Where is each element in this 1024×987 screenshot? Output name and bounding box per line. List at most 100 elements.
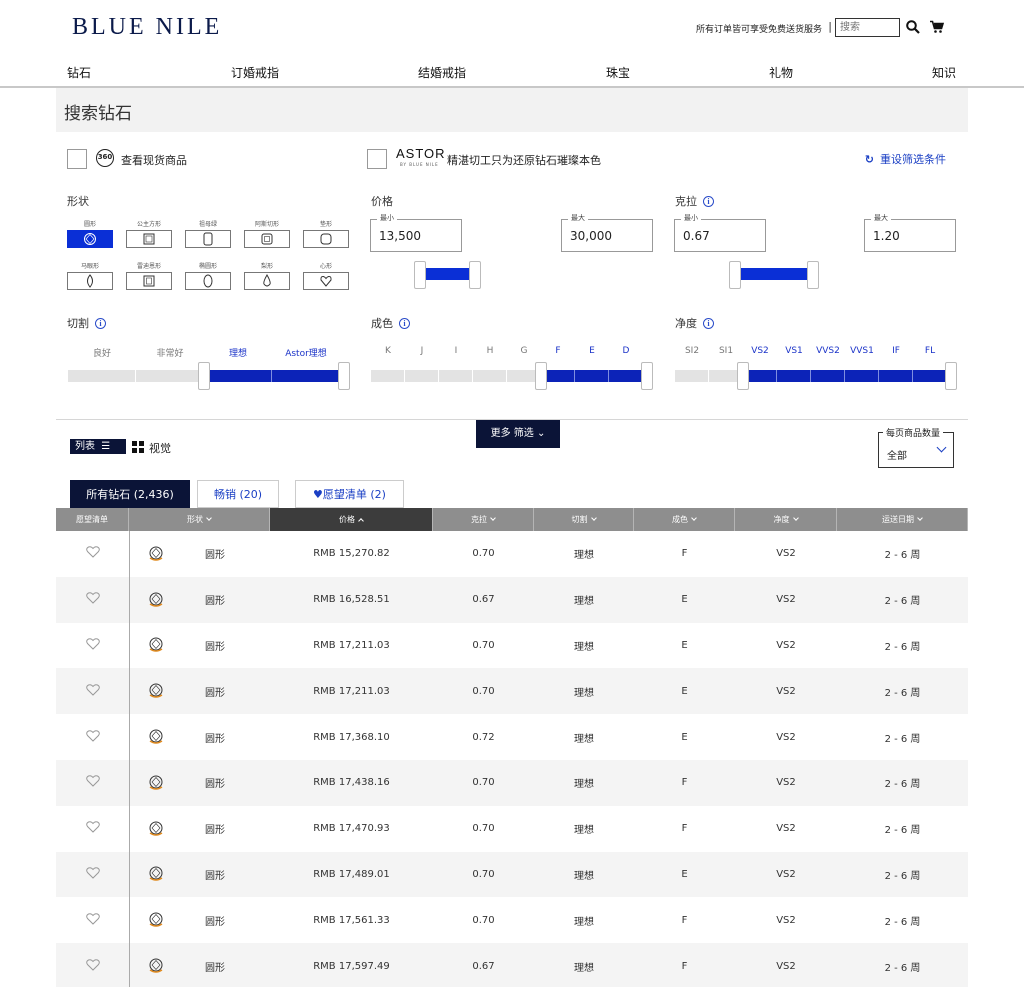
info-icon[interactable]: i (703, 318, 714, 329)
column-header[interactable]: 切割 (534, 508, 634, 531)
table-row[interactable]: 圆形 RMB 15,270.82 0.70 理想 F VS2 2 - 6 周 (56, 531, 968, 577)
price-cell: RMB 17,438.16 (313, 777, 390, 789)
wishlist-heart-button[interactable] (56, 546, 129, 561)
column-header[interactable]: 价格 (270, 508, 433, 531)
table-row[interactable]: 圆形 RMB 17,211.03 0.70 理想 E VS2 2 - 6 周 (56, 668, 968, 715)
shape-option-box[interactable] (67, 230, 113, 248)
reset-filters-link[interactable]: ↻ 重设筛选条件 (865, 151, 946, 167)
wishlist-heart-button[interactable] (56, 684, 129, 699)
shape-option-box[interactable] (185, 230, 231, 248)
shape-option-box[interactable] (126, 272, 172, 290)
shape-option[interactable]: 公主方形 (126, 220, 172, 248)
price-max-handle[interactable] (469, 261, 481, 289)
nav-item[interactable]: 礼物 (769, 64, 793, 81)
color-max-handle[interactable] (641, 362, 653, 390)
cut-cell: 理想 (574, 916, 594, 928)
column-header[interactable]: 运送日期 (837, 508, 968, 531)
column-header[interactable]: 克拉 (433, 508, 534, 531)
per-page-select[interactable]: 每页商品数量 全部 (878, 426, 954, 468)
shape-option[interactable]: 阿斯切形 (244, 220, 290, 248)
table-row[interactable]: 圆形 RMB 17,470.93 0.70 理想 F VS2 2 - 6 周 (56, 806, 968, 852)
table-row[interactable]: 圆形 RMB 17,489.01 0.70 理想 E VS2 2 - 6 周 (56, 851, 968, 898)
diamond-table-body: 圆形 RMB 15,270.82 0.70 理想 F VS2 2 - 6 周圆形 RMB 16… (56, 531, 968, 987)
info-icon[interactable]: i (703, 196, 714, 207)
shape-option[interactable]: 梨形 (244, 262, 290, 290)
wishlist-heart-button[interactable] (56, 775, 129, 790)
wishlist-heart-button[interactable] (56, 821, 129, 836)
price-max-field[interactable]: 最大 30,000 (561, 213, 653, 252)
nav-item[interactable]: 结婚戒指 (418, 64, 466, 81)
clarity-grade-label: SI1 (718, 346, 734, 356)
carat-min-handle[interactable] (729, 261, 741, 289)
info-icon[interactable]: i (95, 318, 106, 329)
carat-max-handle[interactable] (807, 261, 819, 289)
search-icon[interactable] (906, 20, 920, 34)
color-min-handle[interactable] (535, 362, 547, 390)
more-filters-button[interactable]: 更多 筛选 ⌄ (476, 420, 560, 448)
info-icon[interactable]: i (399, 318, 410, 329)
table-row[interactable]: 圆形 RMB 17,561.33 0.70 理想 F VS2 2 - 6 周 (56, 897, 968, 943)
shape-option-box[interactable] (244, 272, 290, 290)
wishlist-heart-button[interactable] (56, 592, 129, 607)
round-diamond-icon (149, 866, 163, 882)
cut-max-handle[interactable] (338, 362, 350, 390)
wishlist-heart-button[interactable] (56, 912, 129, 928)
carat-max-field[interactable]: 最大 1.20 (864, 213, 956, 252)
wishlist-heart-button[interactable] (56, 729, 129, 745)
column-divider (129, 531, 130, 987)
astor-checkbox[interactable] (367, 149, 387, 169)
shape-option[interactable]: 椭圆形 (185, 262, 231, 290)
grid-icon[interactable] (132, 441, 144, 453)
shape-option[interactable]: 心形 (303, 262, 349, 290)
column-header[interactable]: 成色 (634, 508, 735, 531)
tab-wishlist[interactable]: ♥愿望清单 (2) (295, 480, 404, 508)
clarity-cell: VS2 (776, 685, 796, 697)
clarity-min-handle[interactable] (737, 362, 749, 390)
color-grade-label: F (555, 346, 561, 356)
table-row[interactable]: 圆形 RMB 17,211.03 0.70 理想 E VS2 2 - 6 周 (56, 623, 968, 669)
shape-option[interactable]: 马眼形 (67, 262, 113, 290)
view-360-checkbox[interactable] (67, 149, 87, 169)
shape-option-box[interactable] (185, 272, 231, 290)
shape-cell: 圆形 (129, 637, 270, 653)
shape-option[interactable]: 圆形 (67, 220, 113, 248)
shape-option[interactable]: 雷迪恩形 (126, 262, 172, 290)
tab-best-sellers[interactable]: 畅销 (20) (197, 480, 279, 508)
table-row[interactable]: 圆形 RMB 17,597.49 0.67 理想 F VS2 2 - 6 周 (56, 943, 968, 987)
shape-option-box[interactable] (126, 230, 172, 248)
price-min-handle[interactable] (414, 261, 426, 289)
shape-option-box[interactable] (244, 230, 290, 248)
cart-icon[interactable] (930, 20, 944, 34)
visual-view-button[interactable]: 视觉 (149, 440, 171, 456)
table-row[interactable]: 圆形 RMB 17,438.16 0.70 理想 F VS2 2 - 6 周 (56, 759, 968, 806)
wishlist-heart-button[interactable] (56, 867, 129, 882)
nav-item[interactable]: 珠宝 (606, 64, 630, 81)
cut-min-handle[interactable] (198, 362, 210, 390)
shape-option-box[interactable] (67, 272, 113, 290)
nav-item[interactable]: 钻石 (67, 64, 91, 81)
shape-cell-label: 圆形 (205, 550, 225, 562)
cut-grade-label: 非常好 (156, 349, 184, 359)
nav-item[interactable]: 知识 (932, 64, 956, 81)
nav-item[interactable]: 订婚戒指 (231, 64, 279, 81)
tab-all-diamonds[interactable]: 所有钻石 (2,436) (70, 480, 190, 508)
table-row[interactable]: 圆形 RMB 17,368.10 0.72 理想 E VS2 2 - 6 周 (56, 714, 968, 760)
table-row[interactable]: 圆形 RMB 16,528.51 0.67 理想 E VS2 2 - 6 周 (56, 576, 968, 623)
wishlist-heart-button[interactable] (56, 958, 129, 974)
shape-option-box[interactable] (303, 230, 349, 248)
diamond-shape-icon (320, 233, 332, 245)
ship-cell: 2 - 6 周 (884, 825, 921, 837)
price-min-field[interactable]: 最小 13,500 (370, 213, 462, 252)
shape-option[interactable]: 祖母绿 (185, 220, 231, 248)
carat-min-field[interactable]: 最小 0.67 (674, 213, 766, 252)
search-input[interactable] (835, 18, 900, 37)
list-view-button[interactable]: 列表 ☰ (70, 439, 126, 454)
clarity-max-handle[interactable] (945, 362, 957, 390)
shape-option[interactable]: 垫形 (303, 220, 349, 248)
diamond-shape-icon (263, 274, 271, 287)
column-header[interactable]: 形状 (129, 508, 270, 531)
wishlist-heart-button[interactable] (56, 638, 129, 653)
column-header[interactable]: 净度 (735, 508, 837, 531)
shape-option-box[interactable] (303, 272, 349, 290)
brand-logo[interactable]: BLUE NILE (72, 14, 222, 41)
